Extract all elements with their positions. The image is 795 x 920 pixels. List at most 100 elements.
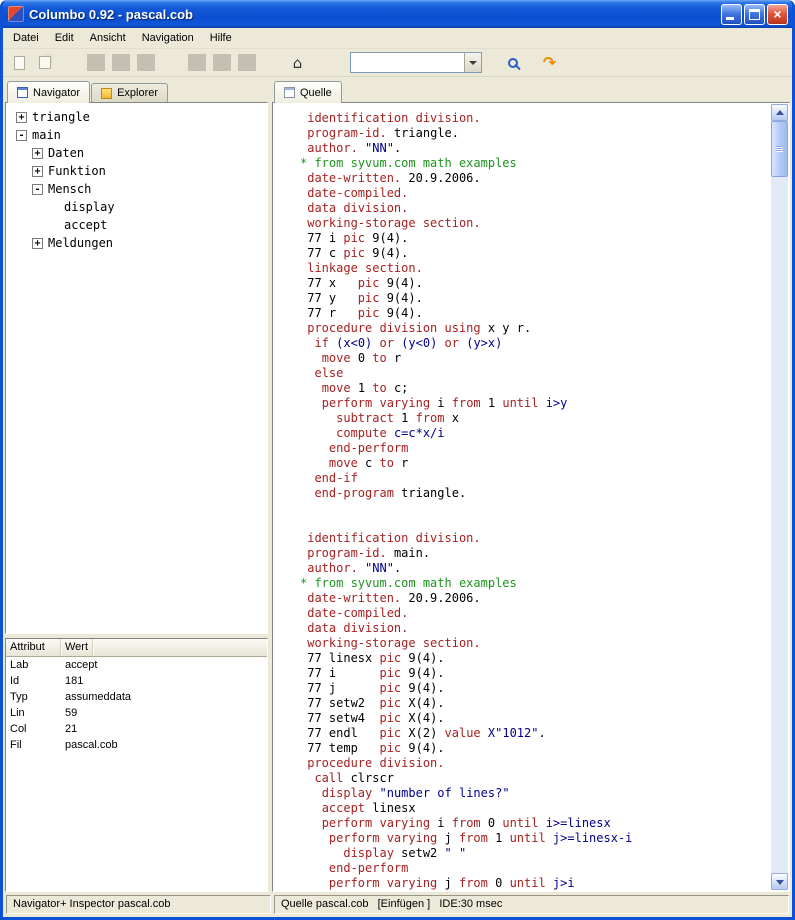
toolbar-button-disabled-3[interactable] [133,51,158,75]
code-line: perform varying i from 1 until i>y [300,396,770,411]
menu-item-edit[interactable]: Edit [47,29,82,47]
tree-item-Daten[interactable]: +Daten [6,144,267,162]
code-token: 1 [481,396,503,410]
tree-item-Meldungen[interactable]: +Meldungen [6,234,267,252]
attr-name: Lab [6,659,61,671]
collapse-icon[interactable]: - [16,130,27,141]
code-token: accept [322,801,365,815]
code-token: 9(4). [379,306,422,320]
menu-item-navigation[interactable]: Navigation [134,29,202,47]
toolbar-button-disabled-5[interactable] [209,51,234,75]
code-token: working-storage section. [307,216,480,230]
code-line: display "number of lines?" [300,786,770,801]
tree-item-main[interactable]: -main [6,126,267,144]
toolbar-button-disabled-6[interactable] [234,51,259,75]
code-token: perform varying [322,396,430,410]
scrollbar-thumb[interactable] [771,121,788,177]
app-icon [8,6,24,22]
expand-icon[interactable]: + [16,112,27,123]
scroll-up-button[interactable] [771,104,788,121]
toolbar-combobox[interactable] [350,52,482,73]
code-line: subtract 1 from x [300,411,770,426]
tree-item-triangle[interactable]: +triangle [6,108,267,126]
attr-row-typ: Typassumeddata [6,689,267,705]
code-token [300,366,314,380]
toolbar-button-copy[interactable] [32,51,57,75]
tree-item-Funktion[interactable]: + Funktion [6,162,267,180]
code-view[interactable]: identification division. program-id. tri… [274,104,770,890]
tree-label: Funktion [48,164,106,178]
code-line: data division. [300,621,770,636]
code-token: or [380,336,394,350]
menu-item-hilfe[interactable]: Hilfe [202,29,240,47]
code-token: pic [379,666,401,680]
code-line: identification division. [300,111,770,126]
tree-item-display[interactable]: display [6,198,267,216]
vertical-scrollbar[interactable] [771,104,788,890]
expand-icon[interactable]: + [32,148,43,159]
code-token: pic [379,711,401,725]
code-token: pic [379,696,401,710]
expand-icon[interactable]: + [32,238,43,249]
toolbar-button-disabled-2[interactable] [108,51,133,75]
code-line: end-perform [300,441,770,456]
code-token: j [437,831,459,845]
search-icon [508,58,518,68]
code-token: end-perform [329,441,408,455]
toolbar-button-goto[interactable]: ↷ [537,51,562,75]
tree-item-Mensch[interactable]: -Mensch [6,180,267,198]
code-token: pic [379,681,401,695]
code-token: procedure division using [307,321,480,335]
code-line [300,516,770,531]
minimize-icon [726,17,734,20]
expand-icon[interactable]: + [32,166,43,177]
code-token: j [437,876,459,890]
attr-header-attribut[interactable]: Attribut [6,639,61,656]
code-token: subtract [336,411,394,425]
toolbar-button-search[interactable] [500,51,525,75]
code-line: author. "NN". [300,561,770,576]
menubar: DateiEditAnsichtNavigationHilfe [3,28,792,49]
code-line: 77 x pic 9(4). [300,276,770,291]
code-token: procedure division. [307,756,444,770]
attr-name: Typ [6,691,61,703]
code-line: end-if [300,471,770,486]
tab-explorer[interactable]: Explorer [91,83,168,102]
arrow-down-icon [776,880,784,885]
code-line: end-program triangle. [300,486,770,501]
menu-item-ansicht[interactable]: Ansicht [82,29,134,47]
combobox-dropdown-button[interactable] [464,53,481,72]
code-token: date-written. [307,591,401,605]
maximize-button[interactable] [744,4,765,25]
code-line: linkage section. [300,261,770,276]
code-line: date-compiled. [300,606,770,621]
code-line: 77 i pic 9(4). [300,666,770,681]
code-token: (x<0) [336,336,372,350]
code-token: perform varying [329,876,437,890]
attr-header-wert[interactable]: Wert [61,639,93,656]
inspector-panel: AttributWert LabacceptId181Typassumeddat… [5,638,268,892]
tab-quelle[interactable]: Quelle [274,81,342,103]
source-code-panel[interactable]: identification division. program-id. tri… [272,102,790,892]
toolbar-button-home[interactable]: ⌂ [285,51,310,75]
code-token: triangle. [394,486,466,500]
tree-item-accept[interactable]: accept [6,216,267,234]
close-button[interactable]: × [767,4,788,25]
page-icon [14,56,25,70]
code-token: linkage section. [307,261,423,275]
toolbar-button-disabled-4[interactable] [184,51,209,75]
toolbar-button-new[interactable] [7,51,32,75]
code-token: * from syvum.com math examples [300,576,517,590]
toolbar-button-disabled-1[interactable] [83,51,108,75]
scroll-down-button[interactable] [771,873,788,890]
minimize-button[interactable] [721,4,742,25]
code-token: triangle. [387,126,459,140]
home-icon: ⌂ [293,54,303,72]
code-token: from [416,411,445,425]
menu-item-datei[interactable]: Datei [5,29,47,47]
tab-navigator[interactable]: Navigator [7,81,90,103]
collapse-icon[interactable]: - [32,184,43,195]
code-token [300,411,336,425]
navigator-tree-panel[interactable]: +triangle-main+Daten+Funktion-Menschdisp… [5,102,268,634]
code-token: 77 linesx [300,651,379,665]
